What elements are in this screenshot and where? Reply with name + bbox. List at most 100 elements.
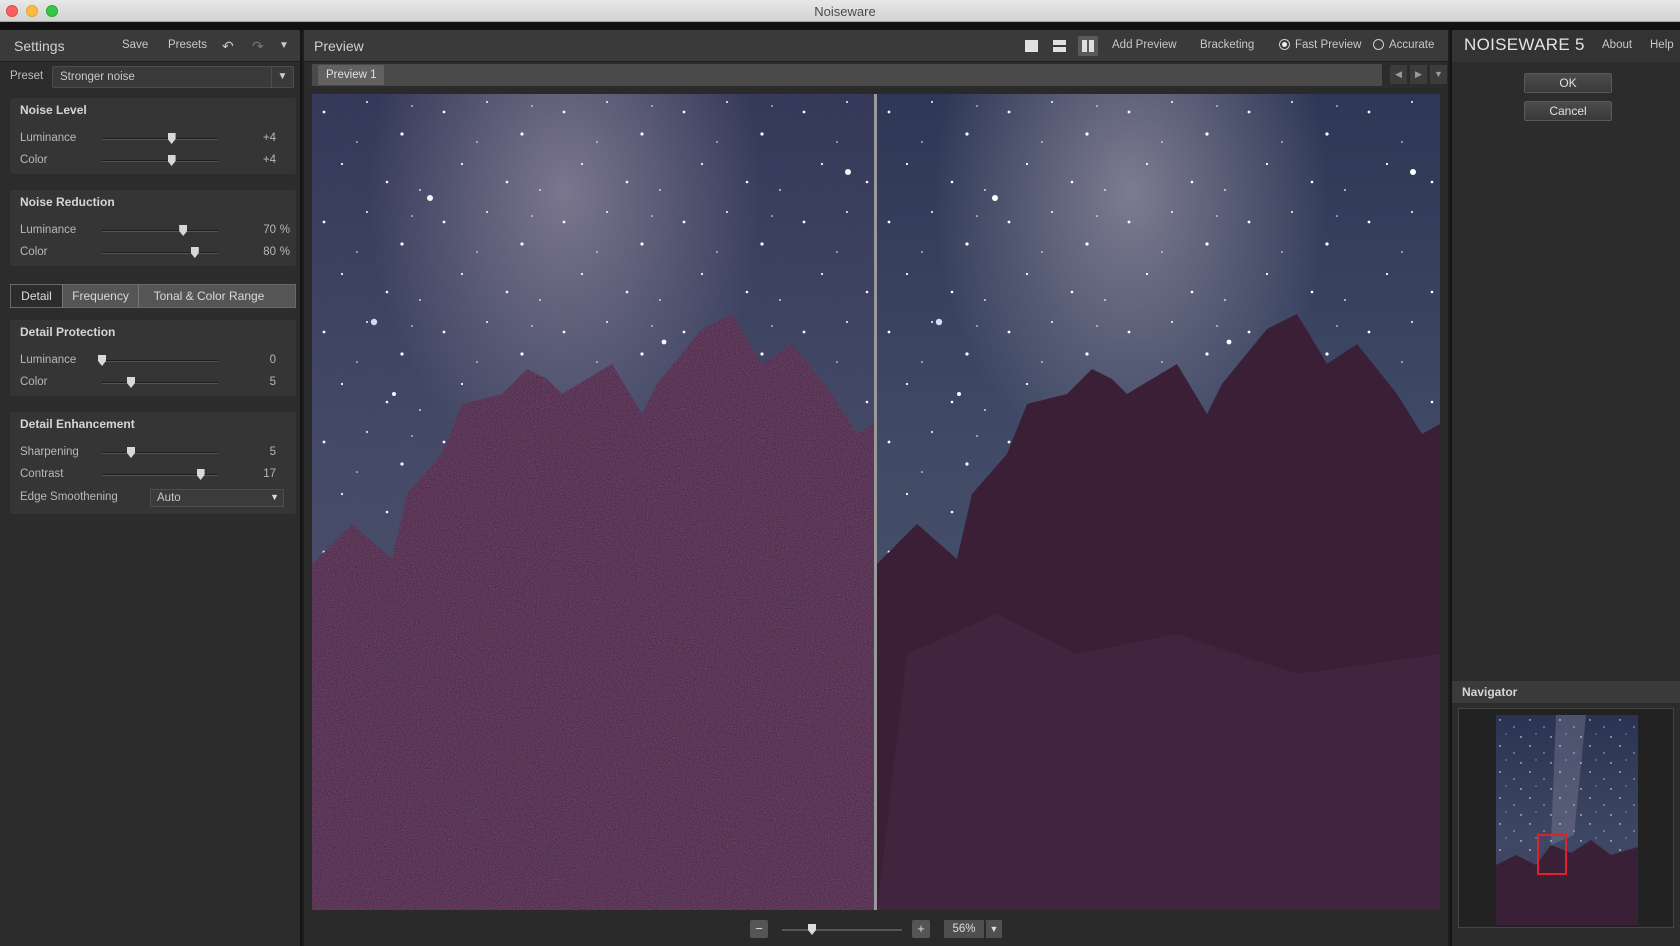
slider-thumb[interactable] xyxy=(127,447,135,458)
edge-smoothening-value: Auto xyxy=(157,492,181,504)
original-image xyxy=(312,94,874,910)
presets-button[interactable]: Presets xyxy=(168,39,207,51)
fast-preview-radio[interactable] xyxy=(1279,39,1290,50)
save-button[interactable]: Save xyxy=(122,39,148,51)
preview-panel: Preview Add Preview Bracketing Fast Prev… xyxy=(304,30,1448,946)
noise-reduction-group: Noise Reduction Luminance 70 % Color 80 … xyxy=(10,190,296,266)
preset-value: Stronger noise xyxy=(60,71,135,83)
slider-label: Color xyxy=(20,376,48,388)
group-title: Noise Reduction xyxy=(20,195,115,209)
undo-icon[interactable]: ↶ xyxy=(222,38,234,55)
split-vertical-view-icon[interactable] xyxy=(1078,36,1098,56)
accurate-radio[interactable] xyxy=(1373,39,1384,50)
preview-tab-strip: Preview 1 xyxy=(312,64,1382,86)
preset-row: Preset Stronger noise ▼ xyxy=(0,66,300,88)
slider-label: Contrast xyxy=(20,468,64,480)
toolbar-separator xyxy=(0,22,1680,30)
zoom-bar: − + 56% ▼ xyxy=(304,914,1448,946)
detail-protection-luminance-slider[interactable] xyxy=(98,355,218,366)
title-bar: Noiseware xyxy=(0,0,1680,22)
chevron-down-icon[interactable]: ▼ xyxy=(986,920,1002,938)
slider-value: 5 xyxy=(269,376,276,388)
tab-frequency[interactable]: Frequency xyxy=(63,285,139,307)
settings-menu-chevron-icon[interactable]: ▼ xyxy=(279,40,289,51)
app-brand-logo: NOISEWARE 5 xyxy=(1464,35,1585,54)
slider-thumb[interactable] xyxy=(190,247,199,258)
zoom-slider[interactable] xyxy=(782,924,902,935)
about-link[interactable]: About xyxy=(1602,39,1632,51)
help-link[interactable]: Help xyxy=(1650,39,1674,51)
slider-thumb[interactable] xyxy=(167,133,176,144)
noise-level-luminance-slider[interactable] xyxy=(102,133,218,144)
slider-row: Sharpening 5 xyxy=(10,444,296,462)
contrast-slider[interactable] xyxy=(102,469,218,480)
group-title: Detail Protection xyxy=(20,325,116,339)
split-divider[interactable] xyxy=(874,94,877,910)
slider-value: 17 xyxy=(263,468,276,480)
slider-row: Luminance 70 % xyxy=(10,222,296,240)
slider-label: Luminance xyxy=(20,132,77,144)
slider-thumb[interactable] xyxy=(179,225,188,236)
noise-reduction-luminance-slider[interactable] xyxy=(102,225,218,236)
right-panel: NOISEWARE 5 About Help OK Cancel Navigat… xyxy=(1450,30,1680,946)
navigator-viewport-indicator[interactable] xyxy=(1537,834,1567,875)
bracketing-button[interactable]: Bracketing xyxy=(1200,39,1254,51)
navigator-header: Navigator xyxy=(1452,681,1680,703)
noise-level-color-slider[interactable] xyxy=(102,155,218,166)
zoom-in-button[interactable]: + xyxy=(912,920,930,938)
slider-label: Color xyxy=(20,154,48,166)
slider-thumb[interactable] xyxy=(196,469,205,480)
zoom-slider-thumb[interactable] xyxy=(808,924,816,935)
slider-value: 5 xyxy=(269,446,276,458)
preset-select[interactable]: Stronger noise ▼ xyxy=(52,66,294,88)
slider-value: 70 xyxy=(263,224,276,236)
navigator-title: Navigator xyxy=(1462,685,1518,699)
preview-tab-bar: Preview 1 ◀ ▶ ▼ xyxy=(308,62,1447,88)
chevron-down-icon: ▼ xyxy=(270,492,279,502)
zoom-value[interactable]: 56% xyxy=(944,920,984,938)
slider-label: Color xyxy=(20,246,48,258)
sharpening-slider[interactable] xyxy=(102,447,218,458)
tab-detail[interactable]: Detail xyxy=(11,285,63,307)
preview-image-area[interactable] xyxy=(312,94,1440,910)
tab-tonal-color-range[interactable]: Tonal & Color Range xyxy=(139,285,279,307)
navigator-thumbnail[interactable] xyxy=(1496,715,1638,925)
edge-smoothening-select[interactable]: Auto ▼ xyxy=(150,489,284,507)
slider-row: Contrast 17 xyxy=(10,466,296,484)
tab-preview-1[interactable]: Preview 1 xyxy=(318,65,384,85)
chevron-left-icon[interactable]: ◀ xyxy=(1390,65,1407,84)
zoom-out-button[interactable]: − xyxy=(750,920,768,938)
settings-header: Settings Save Presets ↶ ↷ ▼ xyxy=(0,30,300,62)
slider-unit: % xyxy=(279,224,290,236)
redo-icon[interactable]: ↷ xyxy=(252,38,264,55)
slider-thumb[interactable] xyxy=(167,155,176,166)
add-preview-button[interactable]: Add Preview xyxy=(1112,39,1177,51)
noise-reduction-color-slider[interactable] xyxy=(102,247,218,258)
detail-protection-color-slider[interactable] xyxy=(102,377,218,388)
navigator-panel[interactable] xyxy=(1458,708,1674,928)
slider-row: Color 5 xyxy=(10,374,296,392)
cancel-button[interactable]: Cancel xyxy=(1524,101,1612,121)
edge-smoothening-row: Edge Smoothening Auto ▼ xyxy=(10,489,296,509)
slider-value: 0 xyxy=(269,354,276,366)
split-horizontal-view-icon[interactable] xyxy=(1050,36,1070,56)
settings-panel: Settings Save Presets ↶ ↷ ▼ Preset Stron… xyxy=(0,30,302,946)
slider-thumb[interactable] xyxy=(127,377,135,388)
slider-thumb[interactable] xyxy=(98,355,106,366)
chevron-right-icon[interactable]: ▶ xyxy=(1410,65,1427,84)
settings-tabs: Detail Frequency Tonal & Color Range xyxy=(10,284,296,308)
slider-value: +4 xyxy=(262,132,276,144)
single-view-icon[interactable] xyxy=(1022,36,1042,56)
fast-preview-label: Fast Preview xyxy=(1295,39,1362,51)
group-title: Noise Level xyxy=(20,103,87,117)
chevron-down-icon[interactable]: ▼ xyxy=(1430,65,1447,84)
preview-header: Preview Add Preview Bracketing Fast Prev… xyxy=(304,30,1448,62)
slider-label: Luminance xyxy=(20,224,77,236)
slider-label: Sharpening xyxy=(20,446,79,458)
slider-row: Luminance +4 xyxy=(10,130,296,148)
right-header: NOISEWARE 5 About Help xyxy=(1452,30,1680,62)
slider-label: Luminance xyxy=(20,354,77,366)
ok-button[interactable]: OK xyxy=(1524,73,1612,93)
detail-protection-group: Detail Protection Luminance 0 Color 5 xyxy=(10,320,296,396)
preview-title: Preview xyxy=(314,38,364,54)
